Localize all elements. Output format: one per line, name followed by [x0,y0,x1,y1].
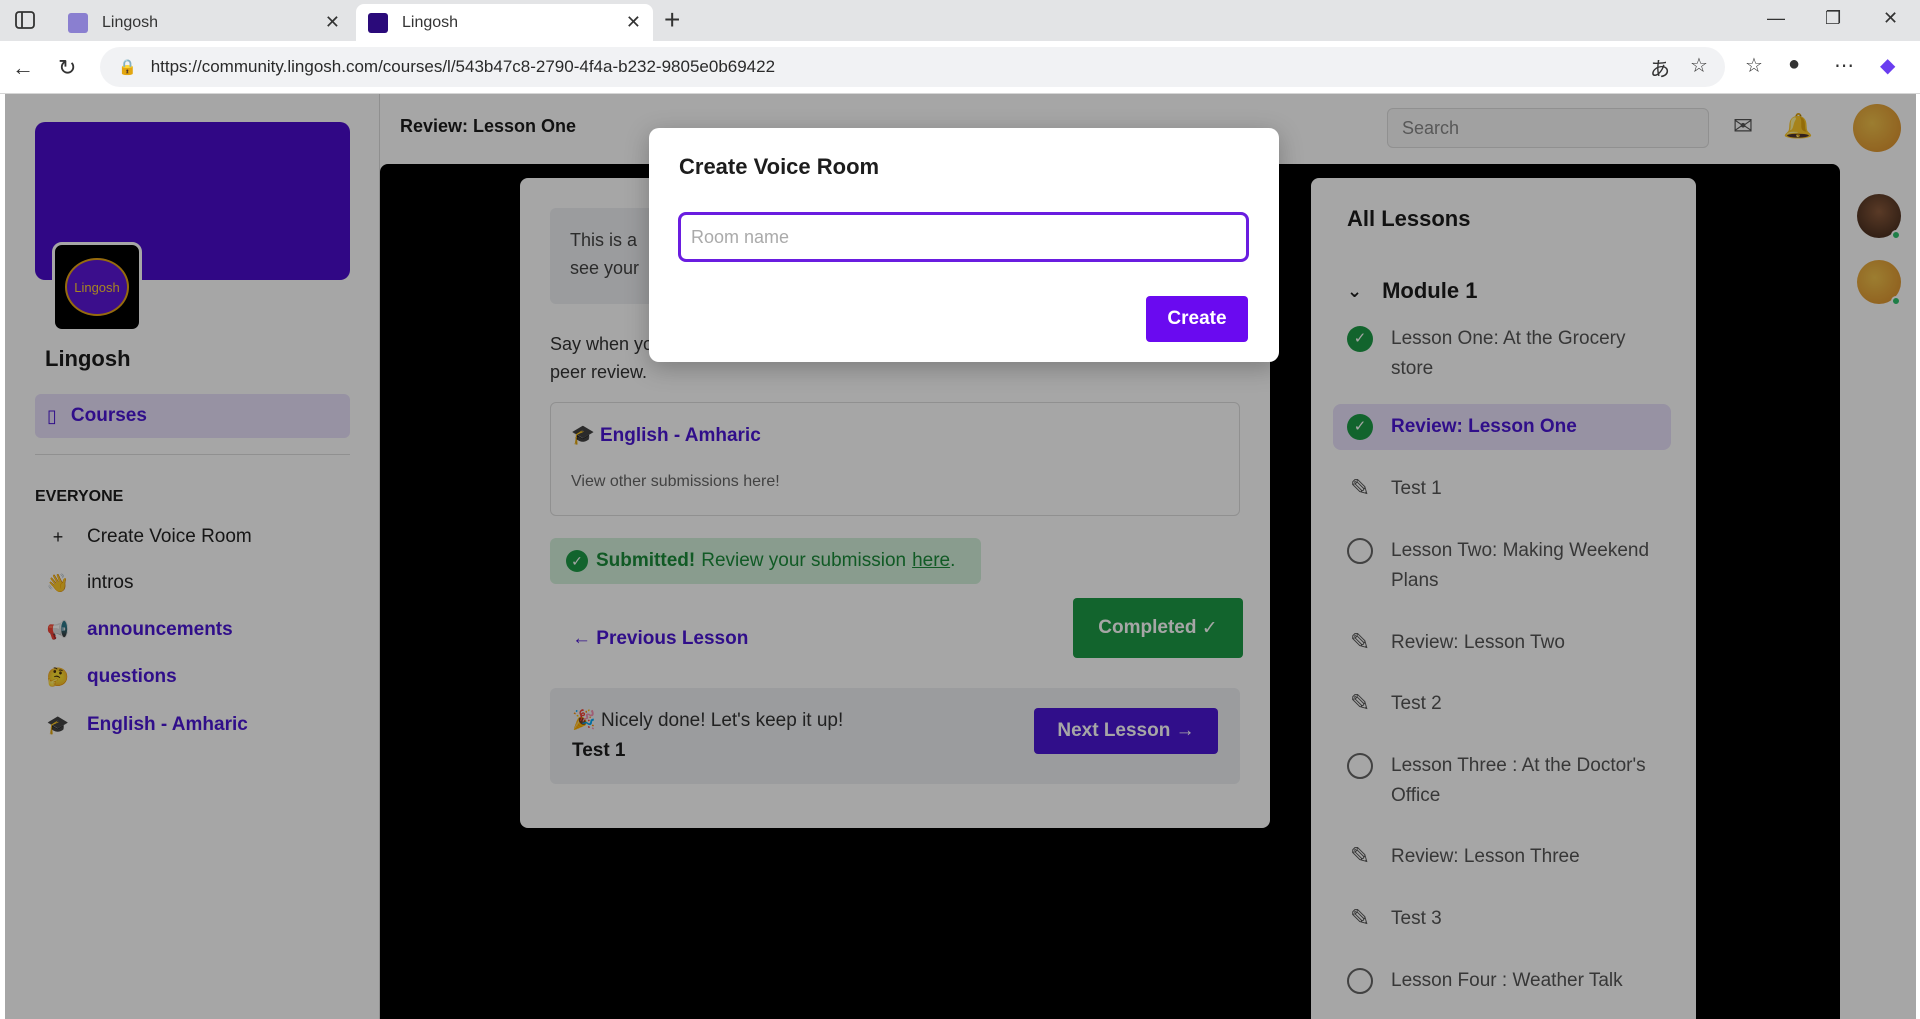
tab-actions-icon[interactable] [14,10,36,30]
page: Lingosh Lingosh ▯ Courses EVERYONE + Cre… [5,94,1916,1019]
close-window-icon[interactable]: ✕ [1883,8,1898,29]
tab-label: Lingosh [102,13,159,31]
minimize-icon[interactable]: — [1767,8,1785,29]
back-icon[interactable]: ← [12,55,34,81]
copilot-icon[interactable]: ◆ [1880,53,1895,78]
browser-address-bar: ← ↻ 🔒 https://community.lingosh.com/cour… [0,41,1920,94]
reload-icon[interactable]: ↻ [58,55,76,81]
tab-label: Lingosh [402,13,459,31]
url-text: https://community.lingosh.com/courses/l/… [150,57,776,76]
profile-icon[interactable]: ● [1788,53,1800,76]
site-info-icon[interactable]: 🔒 [118,58,137,76]
more-icon[interactable]: ⋯ [1834,53,1854,78]
translate-icon[interactable]: あ [1650,53,1670,82]
create-button[interactable]: Create [1146,296,1248,342]
dialog-title: Create Voice Room [679,154,880,179]
favorite-star-icon[interactable]: ☆ [1690,53,1708,78]
tab-favicon-icon [68,12,88,33]
browser-tab-1[interactable]: Lingosh ✕ [56,4,352,41]
tab-close-icon[interactable]: ✕ [325,12,340,33]
url-field[interactable]: 🔒 https://community.lingosh.com/courses/… [100,47,1725,87]
new-tab-icon[interactable]: + [664,6,680,34]
tab-close-icon[interactable]: ✕ [626,12,641,33]
browser-tab-bar: Lingosh ✕ Lingosh ✕ + — ❐ ✕ [0,0,1920,41]
favorites-icon[interactable]: ☆ [1745,53,1763,78]
create-voice-room-dialog: Create Voice Room Create [649,128,1279,362]
browser-tab-2[interactable]: Lingosh ✕ [356,4,653,41]
restore-icon[interactable]: ❐ [1825,8,1841,29]
room-name-input[interactable] [678,212,1249,262]
tab-favicon-icon [368,12,388,33]
